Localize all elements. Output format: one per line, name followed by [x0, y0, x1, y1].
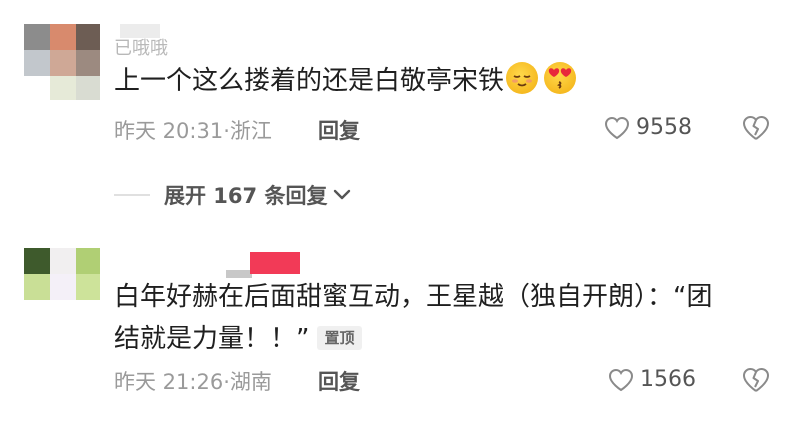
like-button[interactable]: 9558 [604, 115, 692, 140]
dislike-button[interactable] [742, 115, 770, 141]
comment-text: 白年好赫在后面甜蜜互动，王星越（独自开朗）：“团 结就是力量！！” 置顶 [114, 282, 713, 354]
comment-text: 上一个这么搂着的还是白敬亭宋铁 [114, 60, 577, 102]
username-block[interactable]: 已哦哦 [114, 24, 168, 59]
comment-location: 湖南 [229, 370, 272, 394]
divider [114, 194, 150, 196]
reply-button[interactable]: 回复 [318, 366, 360, 396]
avatar[interactable] [24, 24, 100, 100]
expand-replies-button[interactable]: 展开 167 条回复 [114, 180, 351, 210]
broken-heart-icon [742, 115, 770, 141]
comment-location: 浙江 [229, 119, 272, 143]
avatar[interactable] [24, 248, 100, 324]
like-button[interactable]: 1566 [608, 367, 696, 392]
comment-meta: 昨天 21:26·湖南 [114, 370, 272, 394]
like-count: 1566 [640, 367, 696, 392]
kissing-heart-eyes-emoji-icon [544, 62, 577, 94]
broken-heart-icon [742, 367, 770, 393]
comment-time: 昨天 21:26 [114, 370, 224, 394]
reply-button[interactable]: 回复 [318, 115, 360, 145]
username[interactable]: 已哦哦 [114, 38, 168, 59]
pinned-badge: 置顶 [317, 326, 362, 350]
heart-icon [604, 116, 630, 140]
comment-time: 昨天 20:31 [114, 119, 224, 143]
comment-meta: 昨天 20:31·浙江 [114, 119, 272, 143]
heart-icon [608, 368, 634, 392]
expand-replies-label: 展开 167 条回复 [164, 184, 328, 208]
like-count: 9558 [636, 115, 692, 140]
chevron-down-icon [333, 186, 351, 205]
dislike-button[interactable] [742, 367, 770, 393]
relieved-face-emoji-icon [506, 62, 539, 94]
